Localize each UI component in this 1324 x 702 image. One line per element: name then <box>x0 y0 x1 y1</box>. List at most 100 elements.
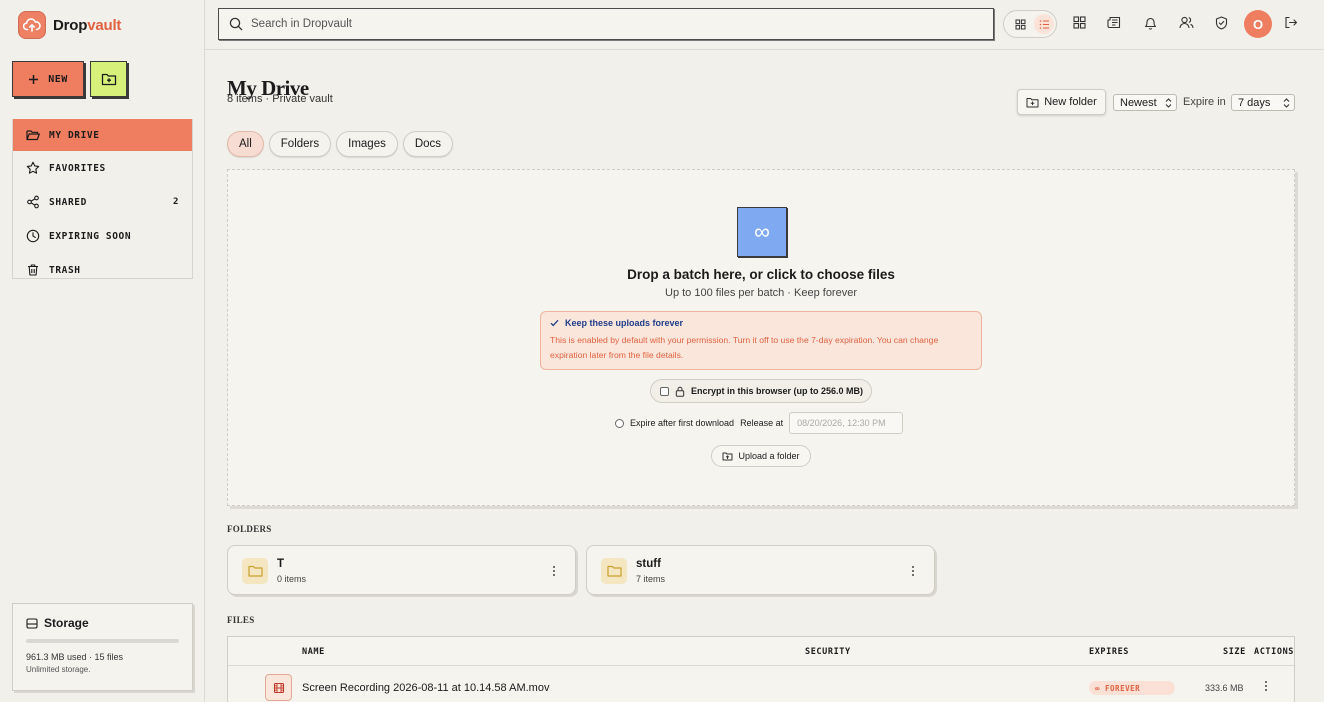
folder-name: T <box>277 558 285 570</box>
folder-plus-icon <box>101 73 116 86</box>
expire-value: 7 days <box>1238 96 1271 109</box>
film-icon <box>265 674 292 701</box>
sidebar-item-label: FAVORITES <box>49 162 106 174</box>
col-actions: ACTIONS <box>1254 647 1295 657</box>
new-button-label: NEW <box>48 73 68 85</box>
release-datetime-placeholder: 08/20/2026, 12:30 PM <box>797 418 886 428</box>
filter-all[interactable]: All <box>227 131 264 157</box>
search-input[interactable] <box>251 18 951 30</box>
folder-card[interactable]: stuff 7 items <box>586 545 935 595</box>
encrypt-checkbox[interactable] <box>660 386 669 396</box>
infinity-icon: ∞ <box>737 207 787 257</box>
sidebar-item-label: TRASH <box>49 264 81 276</box>
lock-icon <box>675 386 685 397</box>
share-icon <box>27 195 39 209</box>
files-section-label: FILES <box>227 615 255 625</box>
keep-forever-body: This is enabled by default with your per… <box>550 335 939 360</box>
storage-panel: Storage 961.3 MB used · 15 files Unlimit… <box>12 603 193 691</box>
sidebar-item-expiring-soon[interactable]: EXPIRING SOON <box>13 219 192 253</box>
storage-title: Storage <box>44 616 89 630</box>
new-folder-quick-button[interactable] <box>90 61 127 97</box>
filter-folders[interactable]: Folders <box>268 131 332 157</box>
folder-name: stuff <box>636 558 661 570</box>
filter-chips: All Folders Images Docs <box>227 131 454 157</box>
hard-drive-icon <box>26 617 38 629</box>
encrypt-toggle[interactable]: Encrypt in this browser (up to 256.0 MB) <box>650 379 872 403</box>
sidebar-item-favorites[interactable]: FAVORITES <box>13 151 192 185</box>
users-icon[interactable] <box>1179 16 1194 29</box>
filter-docs[interactable]: Docs <box>402 131 454 157</box>
sidebar-item-label: EXPIRING SOON <box>49 230 132 242</box>
expire-in-label: Expire in <box>1183 96 1226 108</box>
upload-folder-label: Upload a folder <box>738 451 800 461</box>
logo[interactable]: Dropvault <box>18 11 121 39</box>
upload-folder-button[interactable]: Upload a folder <box>711 445 811 467</box>
release-datetime-input[interactable]: 08/20/2026, 12:30 PM <box>789 412 904 434</box>
storage-note: Unlimited storage. <box>26 665 91 674</box>
grid-icon <box>1015 19 1025 29</box>
col-expires[interactable]: EXPIRES <box>1089 647 1129 657</box>
more-vertical-icon[interactable] <box>1265 681 1267 691</box>
shield-check-icon[interactable] <box>1215 16 1228 30</box>
file-name: Screen Recording 2026-08-11 at 10.14.58 … <box>302 682 550 694</box>
col-security[interactable]: SECURITY <box>805 647 851 657</box>
folder-open-icon <box>26 130 40 141</box>
bell-icon[interactable] <box>1144 16 1157 30</box>
upload-dropzone[interactable]: ∞ Drop a batch here, or click to choose … <box>227 169 1295 506</box>
apps-icon[interactable] <box>1073 16 1086 29</box>
shared-count-badge: 2 <box>172 197 179 207</box>
storage-used-text: 961.3 MB used · 15 files <box>26 652 124 662</box>
new-button[interactable]: NEW <box>12 61 84 97</box>
expire-first-download-label: Expire after first download <box>630 418 735 428</box>
file-size: 333.6 MB <box>1205 683 1244 693</box>
folder-icon <box>601 558 627 584</box>
more-vertical-icon[interactable] <box>912 566 914 576</box>
folder-icon <box>242 558 268 584</box>
files-table: NAME SECURITY EXPIRES SIZE ACTIONS Scree… <box>227 636 1295 702</box>
newspaper-icon[interactable] <box>1107 16 1121 29</box>
folder-upload-icon <box>722 452 733 460</box>
search-bar[interactable] <box>218 8 994 40</box>
list-icon <box>1039 19 1049 29</box>
col-name[interactable]: NAME <box>302 647 325 657</box>
plus-icon <box>29 74 39 84</box>
folder-count: 7 items <box>636 574 666 584</box>
expires-badge: ∞ FOREVER <box>1089 681 1175 695</box>
sidebar-item-shared[interactable]: SHARED 2 <box>13 185 192 219</box>
more-vertical-icon[interactable] <box>553 566 555 576</box>
sort-select[interactable]: Newest <box>1113 94 1177 111</box>
sidebar-item-my-drive[interactable]: MY DRIVE <box>13 119 192 151</box>
logout-icon[interactable] <box>1284 16 1298 29</box>
filter-images[interactable]: Images <box>336 131 398 157</box>
sidebar: Dropvault NEW MY DRIVE FAVORITES SHARED … <box>0 0 205 702</box>
folder-count: 0 items <box>277 574 307 584</box>
sidebar-nav: MY DRIVE FAVORITES SHARED 2 EXPIRING SOO… <box>12 119 193 279</box>
folder-card[interactable]: T 0 items <box>227 545 576 595</box>
cloud-upload-icon <box>18 11 46 39</box>
view-toggle <box>1003 10 1057 38</box>
sort-value: Newest <box>1120 96 1157 109</box>
col-size[interactable]: SIZE <box>1223 647 1246 657</box>
star-icon <box>26 161 40 174</box>
grid-view-button[interactable] <box>1010 14 1030 34</box>
folder-plus-icon <box>1026 97 1039 107</box>
top-bar: O <box>205 0 1324 50</box>
encrypt-label: Encrypt in this browser (up to 256.0 MB) <box>691 386 864 396</box>
storage-progress-bar <box>26 639 179 643</box>
new-folder-button[interactable]: New folder <box>1017 89 1106 115</box>
check-icon <box>550 319 559 327</box>
dropzone-subtitle: Up to 100 files per batch · Keep forever <box>665 287 857 299</box>
table-row[interactable]: Screen Recording 2026-08-11 at 10.14.58 … <box>228 666 1294 702</box>
sidebar-item-label: SHARED <box>49 196 87 208</box>
updown-chevron-icon <box>1165 97 1172 108</box>
avatar[interactable]: O <box>1244 10 1272 38</box>
folders-section-label: FOLDERS <box>227 524 272 534</box>
new-folder-label: New folder <box>1044 96 1097 108</box>
sidebar-item-trash[interactable]: TRASH <box>13 253 192 287</box>
files-table-header: NAME SECURITY EXPIRES SIZE ACTIONS <box>228 637 1294 666</box>
list-view-button[interactable] <box>1034 14 1054 34</box>
keep-forever-notice[interactable]: Keep these uploads forever This is enabl… <box>540 311 982 370</box>
expire-first-download-checkbox[interactable] <box>615 418 624 428</box>
expire-select[interactable]: 7 days <box>1231 94 1295 111</box>
clock-icon <box>26 229 40 243</box>
